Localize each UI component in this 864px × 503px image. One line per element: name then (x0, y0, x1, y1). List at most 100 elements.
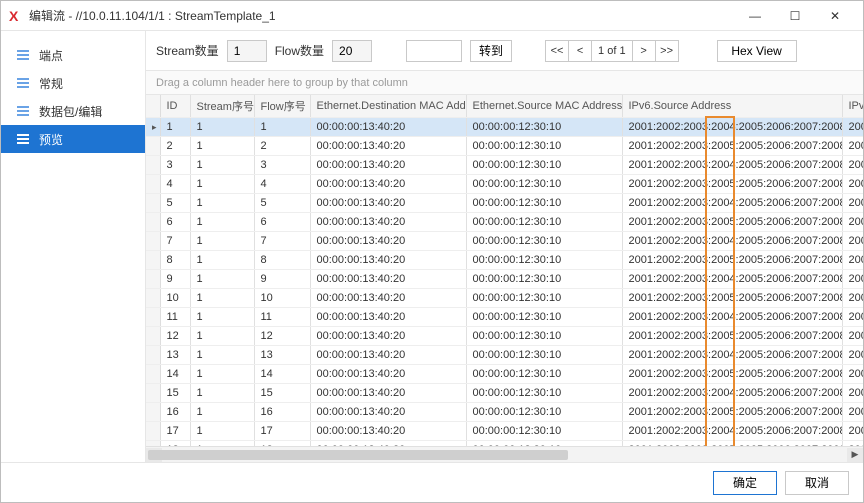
table-row[interactable]: 51500:00:00:13:40:2000:00:00:12:30:10200… (146, 194, 863, 213)
cell[interactable]: 16 (254, 403, 310, 422)
sidebar-item-3[interactable]: 预览 (1, 125, 145, 153)
cell[interactable]: 2001:2002:2003:2005:2005:2006:2007:2008 (622, 175, 842, 194)
cell[interactable]: 2001:2002:2003:2005:2005:2006:2007:2008 (622, 289, 842, 308)
cell[interactable]: 00:00:00:12:30:10 (466, 137, 622, 156)
cell[interactable]: 2001::1:f1:11 (842, 175, 863, 194)
table-row[interactable]: 11100:00:00:13:40:2000:00:00:12:30:10200… (146, 118, 863, 137)
cell[interactable]: 2001::1:f1:11 (842, 156, 863, 175)
cell[interactable]: 00:00:00:13:40:20 (310, 194, 466, 213)
cell[interactable]: 1 (190, 308, 254, 327)
cell[interactable]: 1 (254, 118, 310, 137)
hex-view-button[interactable]: Hex View (717, 40, 797, 62)
cell[interactable]: 1 (190, 194, 254, 213)
table-row[interactable]: 41400:00:00:13:40:2000:00:00:12:30:10200… (146, 175, 863, 194)
cell[interactable]: 00:00:00:12:30:10 (466, 156, 622, 175)
cell[interactable]: 2001:2002:2003:2005:2005:2006:2007:2008 (622, 137, 842, 156)
cell[interactable]: 15 (254, 384, 310, 403)
cell[interactable]: 7 (254, 232, 310, 251)
cell[interactable]: 17 (254, 422, 310, 441)
cell[interactable]: 8 (254, 251, 310, 270)
cell[interactable]: 1 (190, 365, 254, 384)
cell[interactable]: 3 (160, 156, 190, 175)
cell[interactable]: 2001:2002:2003:2004:2005:2006:2007:2008 (622, 384, 842, 403)
table-row[interactable]: 1511500:00:00:13:40:2000:00:00:12:30:102… (146, 384, 863, 403)
flow-count-input[interactable] (332, 40, 372, 62)
pager-prev-button[interactable]: < (568, 40, 592, 62)
stream-count-input[interactable] (227, 40, 267, 62)
cell[interactable]: 00:00:00:12:30:10 (466, 289, 622, 308)
cell[interactable]: 00:00:00:12:30:10 (466, 251, 622, 270)
cell[interactable]: 15 (160, 384, 190, 403)
sidebar-item-2[interactable]: 数据包/编辑 (1, 97, 145, 125)
cell[interactable]: 00:00:00:12:30:10 (466, 232, 622, 251)
sidebar-item-0[interactable]: 端点 (1, 41, 145, 69)
cell[interactable]: 4 (254, 175, 310, 194)
cell[interactable]: 00:00:00:12:30:10 (466, 365, 622, 384)
column-header[interactable]: IPv6.Destination Address (842, 95, 863, 118)
cell[interactable]: 2 (160, 137, 190, 156)
table-row[interactable]: 61600:00:00:13:40:2000:00:00:12:30:10200… (146, 213, 863, 232)
cell[interactable]: 00:00:00:12:30:10 (466, 213, 622, 232)
cell[interactable]: 00:00:00:13:40:20 (310, 308, 466, 327)
cell[interactable]: 2001::1:f1:11 (842, 384, 863, 403)
cell[interactable]: 1 (190, 384, 254, 403)
cell[interactable]: 00:00:00:13:40:20 (310, 232, 466, 251)
cell[interactable]: 1 (190, 118, 254, 137)
cell[interactable]: 6 (160, 213, 190, 232)
cell[interactable]: 2001::1:f1:11 (842, 289, 863, 308)
cell[interactable]: 00:00:00:13:40:20 (310, 327, 466, 346)
cell[interactable]: 00:00:00:13:40:20 (310, 422, 466, 441)
goto-button[interactable]: 转到 (470, 40, 512, 62)
cell[interactable]: 00:00:00:13:40:20 (310, 384, 466, 403)
cell[interactable]: 2001::1:f1:11 (842, 308, 863, 327)
cell[interactable]: 14 (160, 365, 190, 384)
cell[interactable]: 00:00:00:13:40:20 (310, 251, 466, 270)
cell[interactable]: 2001::1:f1:11 (842, 365, 863, 384)
column-header[interactable]: Flow序号 (254, 95, 310, 118)
cell[interactable]: 2001::1:f1:11 (842, 327, 863, 346)
cell[interactable]: 1 (190, 213, 254, 232)
cell[interactable]: 1 (160, 118, 190, 137)
group-by-hint[interactable]: Drag a column header here to group by th… (146, 71, 863, 95)
cell[interactable]: 9 (160, 270, 190, 289)
sidebar-item-1[interactable]: 常规 (1, 69, 145, 97)
cell[interactable]: 7 (160, 232, 190, 251)
cell[interactable]: 00:00:00:13:40:20 (310, 289, 466, 308)
cell[interactable]: 2001:2002:2003:2005:2005:2006:2007:2008 (622, 365, 842, 384)
cell[interactable]: 2001:2002:2003:2004:2005:2006:2007:2008 (622, 308, 842, 327)
cell[interactable]: 00:00:00:13:40:20 (310, 270, 466, 289)
table-row[interactable]: 1111100:00:00:13:40:2000:00:00:12:30:102… (146, 308, 863, 327)
cell[interactable]: 1 (190, 156, 254, 175)
scroll-right-icon[interactable]: ▶ (847, 448, 863, 462)
cell[interactable]: 2001:2002:2003:2004:2005:2006:2007:2008 (622, 422, 842, 441)
table-row[interactable]: 1311300:00:00:13:40:2000:00:00:12:30:102… (146, 346, 863, 365)
scrollbar-thumb[interactable] (148, 450, 568, 460)
cell[interactable]: 00:00:00:13:40:20 (310, 175, 466, 194)
cell[interactable]: 3 (254, 156, 310, 175)
table-row[interactable]: 81800:00:00:13:40:2000:00:00:12:30:10200… (146, 251, 863, 270)
cell[interactable]: 8 (160, 251, 190, 270)
grid[interactable]: IDStream序号Flow序号Ethernet.Destination MAC… (146, 95, 863, 446)
cell[interactable]: 1 (190, 422, 254, 441)
column-header[interactable]: IPv6.Source Address (622, 95, 842, 118)
cell[interactable]: 00:00:00:12:30:10 (466, 384, 622, 403)
table-row[interactable]: 1711700:00:00:13:40:2000:00:00:12:30:102… (146, 422, 863, 441)
cell[interactable]: 2001:2002:2003:2005:2005:2006:2007:2008 (622, 327, 842, 346)
cell[interactable]: 00:00:00:13:40:20 (310, 403, 466, 422)
cell[interactable]: 2001::1:f1:11 (842, 403, 863, 422)
cell[interactable]: 12 (254, 327, 310, 346)
cell[interactable]: 5 (160, 194, 190, 213)
cell[interactable]: 00:00:00:12:30:10 (466, 308, 622, 327)
cell[interactable]: 1 (190, 137, 254, 156)
cell[interactable]: 1 (190, 175, 254, 194)
cell[interactable]: 00:00:00:13:40:20 (310, 118, 466, 137)
cell[interactable]: 14 (254, 365, 310, 384)
cell[interactable]: 6 (254, 213, 310, 232)
close-button[interactable]: ✕ (815, 2, 855, 30)
cell[interactable]: 2001::1:f1:11 (842, 422, 863, 441)
cell[interactable]: 2001:2002:2003:2004:2005:2006:2007:2008 (622, 232, 842, 251)
cell[interactable]: 2001::1:f1:11 (842, 346, 863, 365)
table-row[interactable]: 1211200:00:00:13:40:2000:00:00:12:30:102… (146, 327, 863, 346)
table-row[interactable]: 91900:00:00:13:40:2000:00:00:12:30:10200… (146, 270, 863, 289)
cell[interactable]: 2001::1:f1:11 (842, 194, 863, 213)
